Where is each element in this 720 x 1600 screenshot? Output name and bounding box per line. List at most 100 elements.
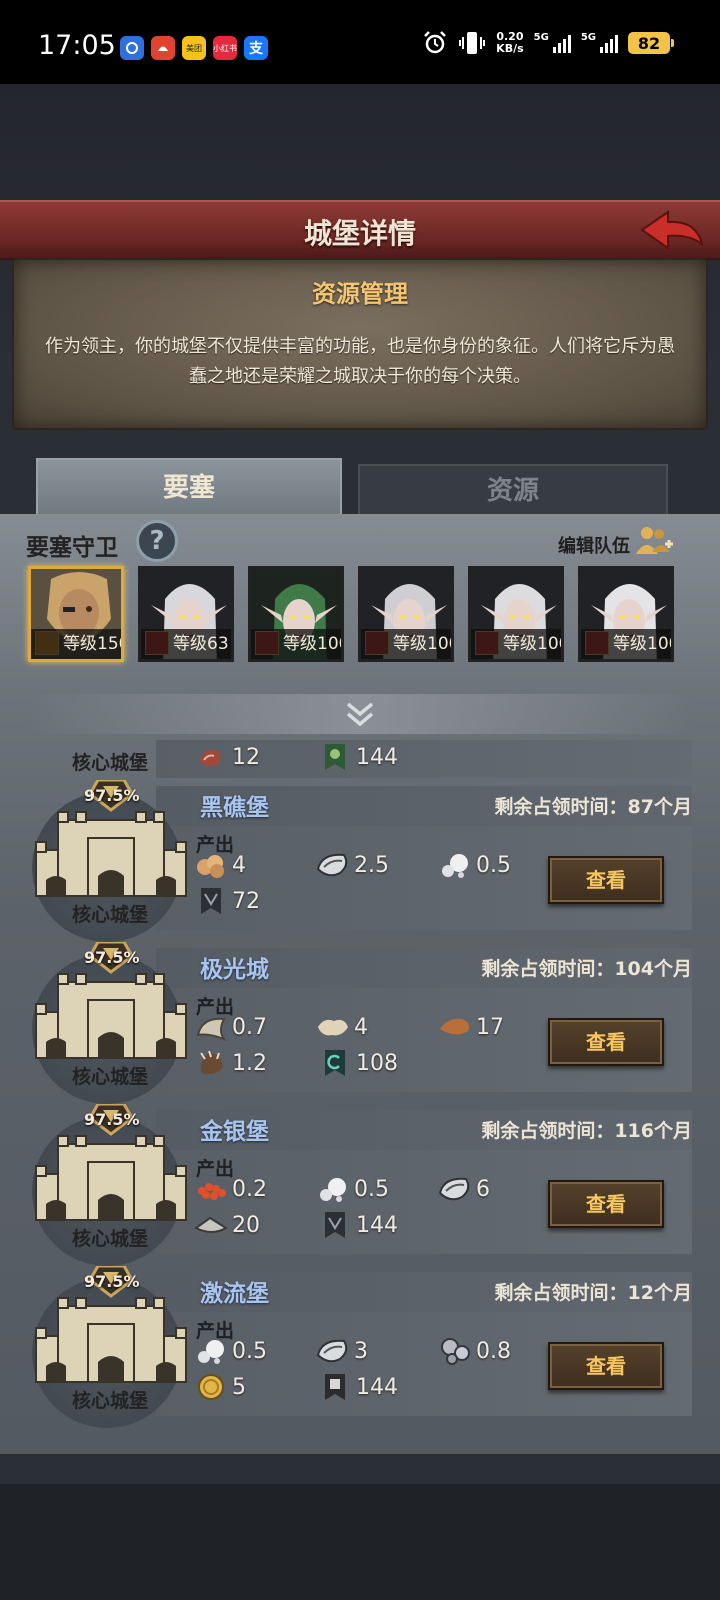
resource-item: 72: [194, 886, 260, 916]
tab-fortress[interactable]: 要塞: [36, 458, 342, 518]
resource-value: 0.5: [354, 1176, 389, 1202]
edit-team-icon[interactable]: [634, 524, 674, 558]
view-button[interactable]: 查看: [548, 1018, 664, 1066]
resource-item: 4: [194, 850, 246, 880]
meat-icon: [194, 742, 228, 772]
signal-icon-2: [600, 33, 618, 53]
hero-slot-1[interactable]: 等级150: [28, 566, 124, 662]
back-arrow-icon[interactable]: [638, 208, 706, 254]
oyster-icon: [316, 1336, 350, 1366]
edit-team-label[interactable]: 编辑队伍: [558, 532, 630, 558]
resource-value: 17: [476, 1014, 504, 1040]
hero-level: 等级150: [31, 629, 121, 659]
hero-level: 等级100: [251, 629, 341, 659]
vibrate-icon: [459, 32, 486, 54]
guard-hero-list: 等级150 等级63 等级100 等级100 等级100 等级100: [26, 566, 706, 666]
castle-row: 97.5% 核心城堡 激流堡 剩余占领时间：12个月 产出 0.5 3 0.8 …: [28, 1266, 692, 1428]
expand-toggle[interactable]: [28, 694, 692, 734]
info-description: 作为领主，你的城堡不仅提供丰富的功能，也是你身份的象征。人们将它斥为愚蠢之地还是…: [45, 336, 675, 387]
castle-row: 97.5% 核心城堡 黑礁堡 剩余占领时间：87个月 产出 4 2.5 0.5 …: [28, 780, 692, 942]
resource-item: 20: [194, 1210, 260, 1240]
castle-row: 97.5% 核心城堡 金银堡 剩余占领时间：116个月 产出 0.2 0.5 6…: [28, 1104, 692, 1266]
castle-row-partial: 核心城堡 12 144: [28, 740, 692, 778]
remaining-label: 剩余占领时间：: [481, 1120, 615, 1142]
shell-icon: [194, 1210, 228, 1240]
resource-item: 4: [316, 1012, 368, 1042]
banner-icon: [318, 1372, 352, 1402]
resource-item: 2.5: [316, 850, 389, 880]
banner-icon: [318, 1048, 352, 1078]
castle-list: 核心城堡 12 144 97.5% 核心城堡 黑礁堡 剩余占领时间：87个月 产…: [28, 740, 692, 1454]
remaining-value: 116个月: [614, 1120, 692, 1142]
status-time: 17:05: [38, 30, 116, 61]
notification-app-icons: 美团 小红书 支: [120, 36, 268, 60]
resource-item: 1.2: [194, 1048, 267, 1078]
resource-value: 3: [354, 1338, 368, 1364]
page-title: 城堡详情: [303, 217, 416, 250]
resource-value: 12: [232, 744, 260, 770]
silver-pearl-icon: [438, 1336, 472, 1366]
castle-core-label: 核心城堡: [72, 752, 149, 774]
app-icon-xiaohongshu: 小红书: [213, 36, 237, 60]
status-bar: 17:05 美团 小红书 支 0.20 KB/s 5G 5G 82: [0, 0, 720, 84]
signal-icon-1: [552, 33, 571, 53]
castle-remaining-time: 剩余占领时间：116个月: [481, 1116, 692, 1143]
resource-value: 144: [356, 1374, 398, 1400]
resource-value: 144: [356, 744, 398, 770]
castle-percent: 97.5%: [84, 1110, 140, 1129]
resource-item: 5: [194, 1372, 246, 1402]
castle-name: 激流堡: [200, 1281, 269, 1307]
app-icon-meituan: 美团: [182, 36, 206, 60]
view-button[interactable]: 查看: [548, 856, 664, 904]
resource-value: 144: [356, 1212, 398, 1238]
title-bar: 城堡详情: [0, 200, 720, 260]
network-gen-1: 5G: [533, 31, 549, 43]
leather-icon: [438, 1012, 472, 1042]
hero-level: 等级100: [581, 629, 671, 659]
castle-core-label: 核心城堡: [72, 1066, 149, 1088]
resource-item: 0.2: [194, 1174, 267, 1204]
remaining-label: 剩余占领时间：: [481, 958, 615, 980]
hero-slot-2[interactable]: 等级63: [138, 566, 234, 662]
resource-item: 17: [438, 1012, 504, 1042]
resource-item: 0.5: [316, 1174, 389, 1204]
hero-slot-5[interactable]: 等级100: [468, 566, 564, 662]
castle-percent: 97.5%: [84, 786, 140, 805]
castle-remaining-time: 剩余占领时间：87个月: [495, 792, 692, 819]
pearl-icon: [194, 1336, 228, 1366]
remaining-value: 104个月: [614, 958, 692, 980]
view-button[interactable]: 查看: [548, 1342, 664, 1390]
fur-icon: [194, 1012, 228, 1042]
help-icon[interactable]: ?: [136, 520, 178, 562]
info-subtitle: 资源管理: [312, 280, 408, 308]
tab-resources[interactable]: 资源: [358, 464, 668, 516]
info-panel: 资源管理 作为领主，你的城堡不仅提供丰富的功能，也是你身份的象征。人们将它斥为愚…: [12, 258, 708, 430]
resource-value: 0.5: [232, 1338, 267, 1364]
claw-icon: [194, 1048, 228, 1078]
resource-value: 108: [356, 1050, 398, 1076]
resource-value: 1.2: [232, 1050, 267, 1076]
resource-item: 3: [316, 1336, 368, 1366]
hero-slot-3[interactable]: 等级100: [248, 566, 344, 662]
hero-level: 等级100: [471, 629, 561, 659]
resource-value: 0.2: [232, 1176, 267, 1202]
app-icon-blue: [120, 36, 144, 60]
view-button[interactable]: 查看: [548, 1180, 664, 1228]
resource-item: 0.5: [438, 850, 511, 880]
pearl-icon: [438, 850, 472, 880]
fortress-guard-label: 要塞守卫: [26, 535, 118, 561]
resource-item: 144: [318, 1210, 398, 1240]
castle-percent: 97.5%: [84, 1272, 140, 1291]
hero-slot-4[interactable]: 等级100: [358, 566, 454, 662]
resource-value: 5: [232, 1374, 246, 1400]
app-icon-red: [151, 36, 175, 60]
mushroom-icon: [194, 850, 228, 880]
remaining-label: 剩余占领时间：: [494, 796, 628, 818]
resource-value: 4: [354, 1014, 368, 1040]
castle-percent: 97.5%: [84, 948, 140, 967]
resource-item: 108: [318, 1048, 398, 1078]
system-icons: 0.20 KB/s 5G 5G 82: [422, 30, 674, 56]
hero-slot-6[interactable]: 等级100: [578, 566, 674, 662]
hero-level: 等级100: [361, 629, 451, 659]
resource-value: 2.5: [354, 852, 389, 878]
